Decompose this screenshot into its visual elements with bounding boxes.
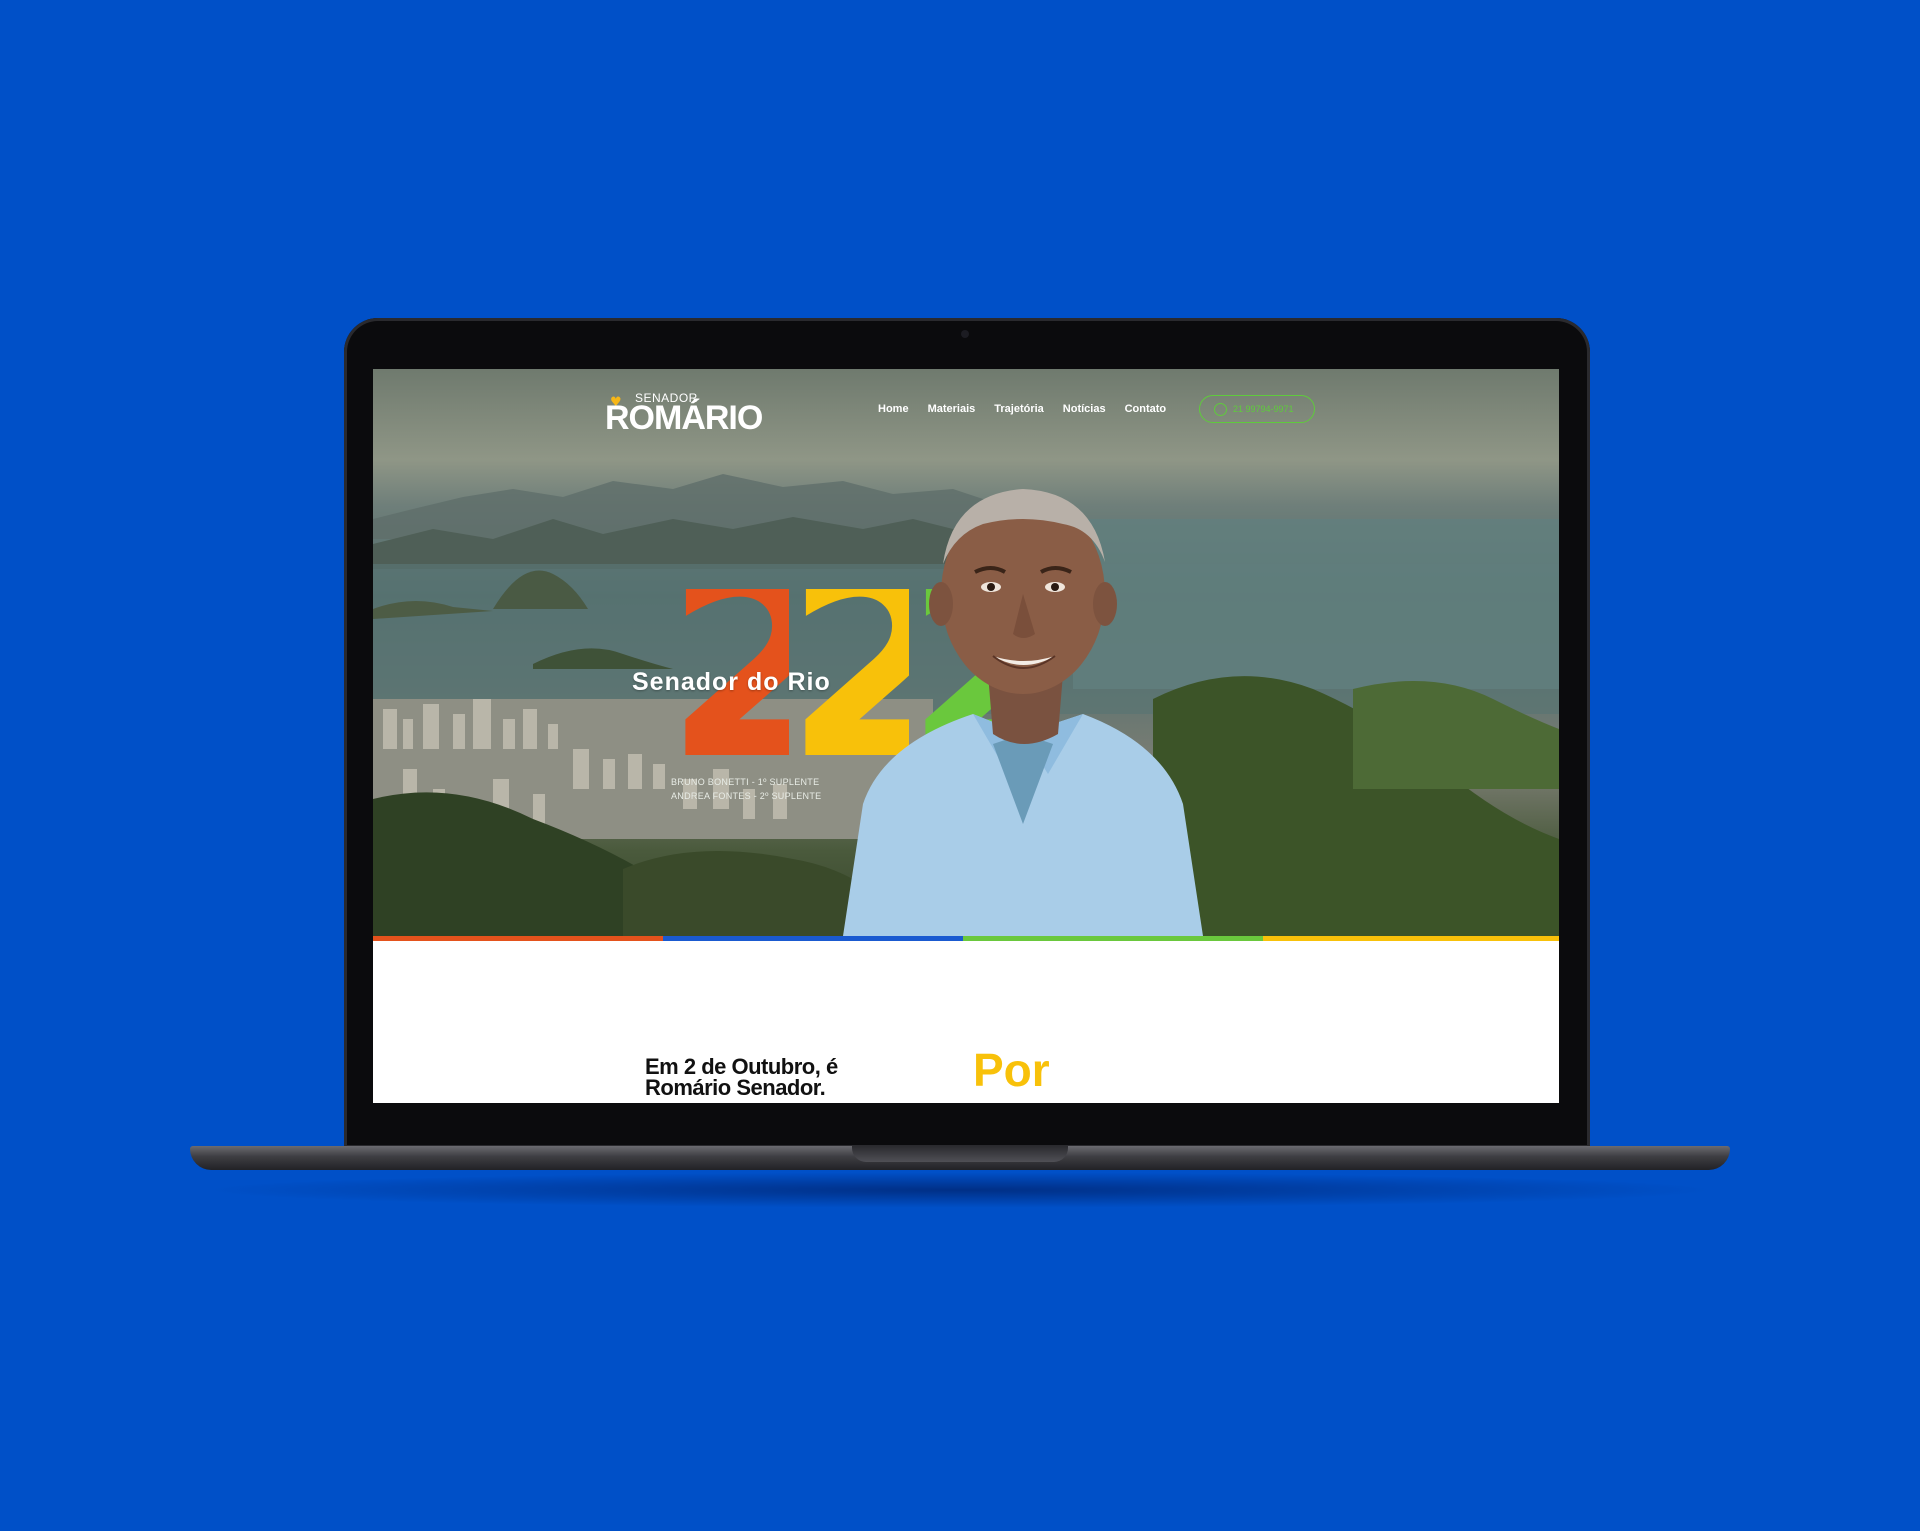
strip-yellow <box>1263 936 1559 941</box>
logo-title: ROMÁRIO <box>605 399 763 437</box>
logo[interactable]: ♥ SENADOR ROMÁRIO <box>605 391 785 437</box>
slogan-por: Por <box>973 1044 1050 1096</box>
hero-tagline: Senador do Rio <box>632 668 831 696</box>
slogan-amor: amor <box>973 1091 1085 1103</box>
whatsapp-button[interactable]: 21 99794-9971 <box>1199 395 1315 423</box>
strip-orange <box>373 936 663 941</box>
nav-home[interactable]: Home <box>878 403 909 415</box>
camera-dot <box>961 330 969 338</box>
browser-screen: ♥ SENADOR ROMÁRIO Home Materiais Trajetó… <box>373 369 1559 1103</box>
nav-contato[interactable]: Contato <box>1125 403 1167 415</box>
hero-section: ♥ SENADOR ROMÁRIO Home Materiais Trajetó… <box>373 369 1559 936</box>
section-headline: Em 2 de Outubro, é Romário Senador. <box>645 1054 838 1100</box>
laptop-shadow <box>200 1172 1720 1208</box>
whatsapp-icon <box>1214 402 1227 416</box>
color-strip <box>373 936 1559 941</box>
candidate-portrait <box>843 489 1203 936</box>
strip-green <box>963 936 1263 941</box>
whatsapp-number: 21 99794-9971 <box>1233 404 1294 414</box>
suplente-1: BRUNO BONETTI - 1º SUPLENTE <box>671 777 820 787</box>
suplente-2: ANDREA FONTES - 2º SUPLENTE <box>671 791 822 801</box>
strip-blue <box>663 936 963 941</box>
nav-noticias[interactable]: Notícias <box>1063 403 1106 415</box>
laptop-notch <box>852 1146 1068 1162</box>
nav-trajetoria[interactable]: Trajetória <box>994 403 1044 415</box>
main-nav: Home Materiais Trajetória Notícias Conta… <box>878 403 1166 415</box>
nav-materiais[interactable]: Materiais <box>928 403 976 415</box>
